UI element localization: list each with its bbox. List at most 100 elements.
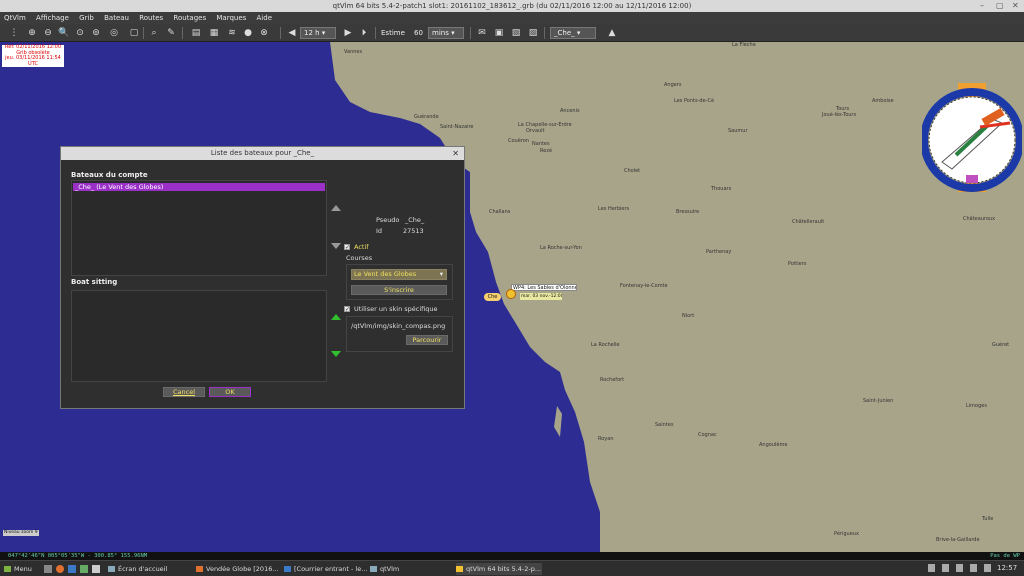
menu-grib[interactable]: Grib — [75, 12, 98, 24]
battery-icon[interactable] — [956, 564, 963, 572]
volume-icon[interactable] — [942, 564, 949, 572]
compass-icon[interactable]: ▲ — [606, 27, 618, 39]
keyboard-icon[interactable] — [984, 564, 991, 572]
barbs-icon[interactable]: ≋ — [226, 27, 238, 39]
firefox-icon[interactable] — [56, 565, 64, 573]
estime-unit-select[interactable]: mins ▾ — [428, 27, 464, 39]
boat-tag[interactable]: Che — [484, 293, 501, 301]
ok-button[interactable]: OK — [209, 387, 251, 397]
vlm-icon[interactable]: ▣ — [493, 27, 505, 39]
interval-select[interactable]: 12 h ▾ — [300, 27, 336, 39]
town-label: Périgueux — [834, 531, 859, 537]
terminal-icon[interactable] — [80, 565, 88, 573]
back-icon[interactable]: ◀ — [286, 27, 298, 39]
timezone: UTC — [28, 60, 38, 67]
grid-icon[interactable]: ▦ — [208, 27, 220, 39]
minimize-button[interactable]: – — [980, 1, 984, 11]
compass-rose-icon[interactable] — [922, 62, 1022, 192]
zoom-all-icon[interactable]: ◎ — [108, 27, 120, 39]
task-home[interactable]: Écran d'accueil — [108, 563, 194, 575]
move-down-arrow-icon[interactable] — [331, 243, 341, 249]
town-label: La Rochelle — [591, 342, 620, 348]
task-vendee-globe[interactable]: Vendée Globe [2016... — [196, 563, 282, 575]
estime-value[interactable]: 60 — [410, 27, 426, 39]
toolbar: ⋮ ⊕ ⊖ 🔍 ⊙ ⊚ ◎ ▢ ⌕ ✎ ▤ ▦ ≋ ● ⊗ ◀ 12 h ▾ ▶… — [0, 24, 1024, 42]
folder-icon — [370, 566, 377, 572]
course-select[interactable]: Le Vent des Globes ▾ — [351, 269, 447, 280]
zoom-area-icon[interactable]: ⊙ — [74, 27, 86, 39]
globe-icon[interactable]: ● — [242, 27, 254, 39]
zoom-in-icon[interactable]: ⊕ — [26, 27, 38, 39]
boat-list-dialog: Liste des bateaux pour _Che_ ✕ Bateaux d… — [60, 146, 465, 409]
boat-select-value: _Che_ — [554, 29, 575, 37]
forward-icon[interactable]: ▶ — [342, 27, 354, 39]
skin-path: /qtVlm/img/skin_compas.png — [351, 322, 446, 330]
task-qtvlm-folder[interactable]: qtVlm — [370, 563, 454, 575]
cancel-button[interactable]: Cancel — [163, 387, 205, 397]
clock[interactable]: 12:57 — [997, 562, 1017, 574]
menu-routages[interactable]: Routages — [169, 12, 210, 24]
menu-aide[interactable]: Aide — [253, 12, 276, 24]
town-label: Cholet — [624, 168, 641, 174]
maximize-button[interactable]: ▢ — [996, 1, 1004, 11]
map-icon[interactable]: ▤ — [190, 27, 202, 39]
qtvlm-icon — [456, 566, 463, 572]
skin-checkbox[interactable]: ✓ — [344, 306, 350, 313]
network-icon[interactable] — [928, 564, 935, 572]
play-icon[interactable]: ⏵ — [358, 27, 370, 39]
menu-routes[interactable]: Routes — [135, 12, 167, 24]
town-label: Brive-la-Gaillarde — [936, 537, 980, 543]
files-icon[interactable] — [92, 565, 100, 573]
close-window-button[interactable]: ✕ — [1012, 1, 1019, 11]
thunderbird-icon[interactable] — [68, 565, 76, 573]
task-qtvlm[interactable]: qtVlm 64 bits 5.4-2-p... — [456, 563, 542, 575]
select-icon[interactable]: ▢ — [128, 27, 140, 39]
town-label: Saumur — [728, 128, 748, 134]
add-sitting-arrow-icon[interactable] — [331, 314, 341, 320]
boat-sitting-list[interactable] — [71, 290, 327, 382]
show-desktop-icon[interactable] — [44, 565, 52, 573]
town-label: La Roche-sur-Yon — [540, 245, 582, 251]
zoom-out-icon[interactable]: ⊖ — [42, 27, 54, 39]
actif-checkbox[interactable]: ✓ — [344, 244, 350, 251]
subscribe-button[interactable]: S'inscrire — [351, 285, 447, 295]
remove-sitting-arrow-icon[interactable] — [331, 351, 341, 357]
mail-icon[interactable]: ✉ — [476, 27, 488, 39]
menubar: QtVlm Affichage Grib Bateau Routes Routa… — [0, 12, 1024, 24]
magnifier-icon[interactable]: ⌕ — [148, 27, 160, 39]
menu-qtvlm[interactable]: QtVlm — [0, 12, 30, 24]
menu-affichage[interactable]: Affichage — [32, 12, 73, 24]
town-label: La Flèche — [732, 42, 756, 48]
cancel-icon[interactable]: ⊗ — [258, 27, 270, 39]
course-value: Le Vent des Globes — [354, 270, 417, 278]
separator — [470, 27, 471, 39]
boat-icon[interactable]: ▨ — [527, 27, 539, 39]
task-mail[interactable]: [Courrier entrant - le... — [284, 563, 368, 575]
boat-list-item[interactable]: _Che_ (Le Vent des Globes) — [73, 183, 325, 191]
sync-icon[interactable]: ▧ — [510, 27, 522, 39]
sitting-header: Boat sitting — [71, 278, 118, 286]
browse-button[interactable]: Parcourir — [406, 335, 448, 345]
boat-marker-icon[interactable] — [506, 289, 516, 299]
move-up-arrow-icon[interactable] — [331, 205, 341, 211]
boat-select[interactable]: _Che_ ▾ — [550, 27, 596, 39]
task-label: qtVlm — [380, 565, 400, 573]
start-menu-button[interactable]: Menu — [4, 563, 40, 575]
accounts-header: Bateaux du compte — [71, 171, 148, 179]
separator — [143, 27, 144, 39]
update-icon[interactable] — [970, 564, 977, 572]
menu-bateau[interactable]: Bateau — [100, 12, 133, 24]
zoom-fit-icon[interactable]: 🔍 — [58, 27, 70, 39]
zoom-selection-icon[interactable]: ⊚ — [90, 27, 102, 39]
town-label: Les Ponts-de-Cé — [674, 98, 715, 104]
grib-reference-box: Réf: 02/11/2016 12:00 Grib obsolète jeu.… — [2, 44, 64, 67]
pen-icon[interactable]: ✎ — [165, 27, 177, 39]
courses-label: Courses — [346, 254, 373, 262]
separator — [544, 27, 545, 39]
estime-unit: mins — [432, 29, 449, 37]
dialog-close-icon[interactable]: ✕ — [452, 147, 459, 160]
waypoint-label[interactable]: WP4: Les Sables d'Olonne — [511, 284, 577, 291]
boat-account-list[interactable]: _Che_ (Le Vent des Globes) — [71, 180, 327, 276]
menu-marques[interactable]: Marques — [212, 12, 250, 24]
town-label: Poitiers — [788, 261, 807, 267]
